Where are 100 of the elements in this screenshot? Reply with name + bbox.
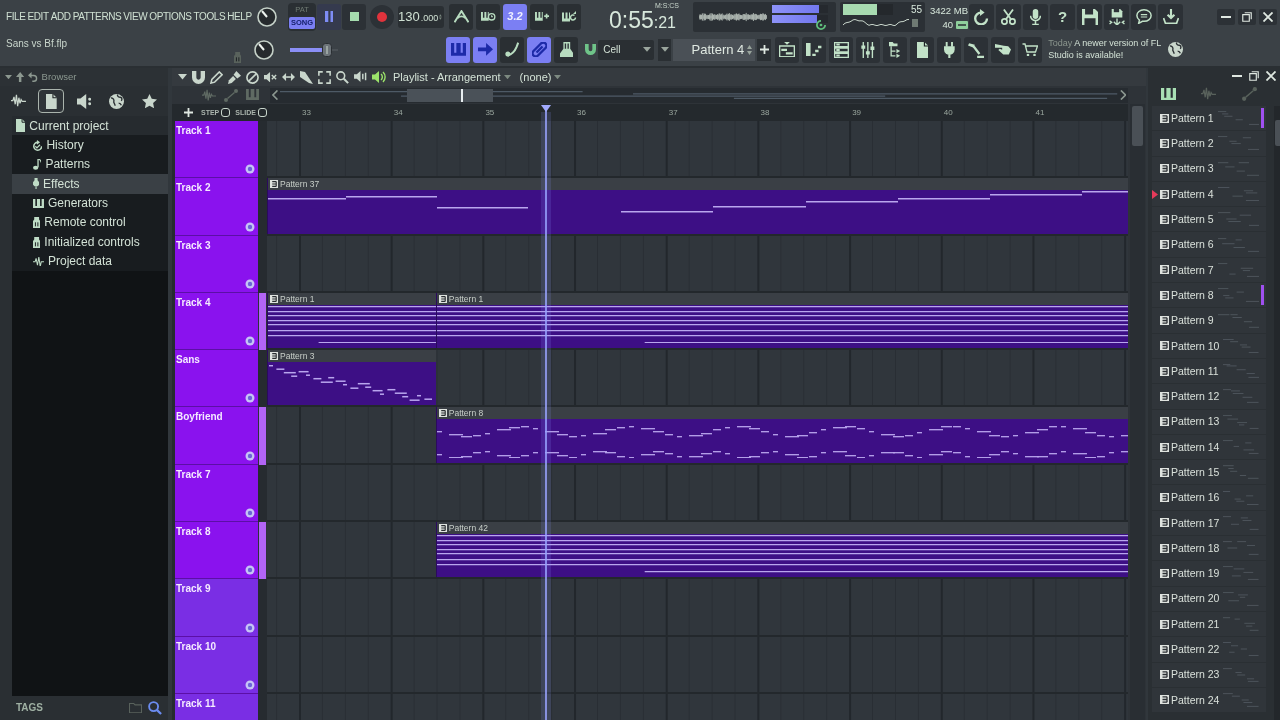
pattern-item[interactable]: Pattern 22 [1152, 637, 1266, 662]
track-header[interactable]: Track 10 [175, 636, 258, 694]
paint-tool-button[interactable] [228, 70, 241, 84]
pattern-item[interactable]: Pattern 16 [1152, 485, 1266, 510]
pattern-item[interactable]: Pattern 3 [1152, 156, 1266, 181]
project-info-button[interactable] [910, 36, 935, 63]
pattern-menu-button[interactable] [658, 38, 672, 61]
menu-item[interactable]: FILE [6, 6, 26, 27]
piano-roll-button[interactable] [802, 36, 827, 63]
pattern-clip[interactable]: Pattern 8 [435, 407, 1128, 463]
clip-source-dropdown[interactable]: (none) [519, 71, 562, 83]
overview-scrollbar[interactable] [270, 87, 1128, 103]
menu-item[interactable]: EDIT [27, 6, 49, 27]
plugin-button[interactable] [937, 36, 962, 63]
snap-button[interactable] [192, 70, 205, 84]
toggle-button[interactable] [500, 36, 525, 63]
playlist-menu-button[interactable] [178, 74, 187, 80]
pattern-item[interactable]: Pattern 11 [1152, 358, 1266, 384]
channel-rack-button[interactable] [829, 36, 854, 63]
tree-item[interactable]: Effects [12, 174, 168, 194]
pattern-item[interactable]: Pattern 24 [1152, 687, 1266, 713]
pattern-item[interactable]: Pattern 19 [1152, 561, 1266, 586]
slider-thumb[interactable] [321, 42, 332, 57]
cut-button[interactable] [996, 3, 1021, 30]
track-header[interactable]: Track 8 [175, 522, 258, 580]
toggle-button[interactable] [527, 36, 552, 63]
playlist-title-menu[interactable]: Playlist - Arrangement [393, 71, 511, 83]
close-button[interactable] [1259, 8, 1277, 25]
tree-item[interactable]: Generators [12, 193, 168, 213]
toggle-button[interactable] [449, 3, 473, 30]
pattern-clip[interactable]: Pattern 37 [267, 178, 1128, 234]
toggle-button[interactable] [446, 36, 471, 63]
menu-item[interactable]: VIEW [123, 6, 148, 27]
playhead[interactable] [539, 104, 552, 720]
help-button[interactable]: ? [1050, 3, 1075, 30]
volume-knob[interactable] [256, 5, 278, 28]
delete-tool-button[interactable] [246, 70, 259, 84]
browser-button[interactable] [883, 36, 908, 63]
toggle-button[interactable] [473, 36, 498, 63]
tree-item[interactable]: Initialized controls [12, 232, 168, 252]
pattern-selector[interactable]: Pattern 4 [673, 38, 756, 61]
touch-button[interactable] [991, 36, 1016, 63]
scrollbar-thumb[interactable] [1132, 106, 1143, 146]
menu-item[interactable]: OPTIONS [149, 6, 192, 27]
menu-item[interactable]: PATTERNS [72, 6, 122, 27]
toggle-button[interactable] [476, 3, 500, 30]
microphone-button[interactable] [1023, 3, 1048, 30]
toggle-button[interactable] [554, 36, 579, 63]
draw-tool-button[interactable] [210, 70, 223, 84]
track-header[interactable]: Boyfriend [175, 407, 258, 465]
pattern-clips-button[interactable] [246, 89, 259, 101]
tree-item[interactable]: Project data [12, 251, 168, 272]
restore-button[interactable] [1246, 69, 1261, 83]
pattern-item[interactable]: Pattern 5 [1152, 207, 1266, 232]
close-button[interactable] [1263, 69, 1278, 83]
pause-button[interactable] [317, 3, 341, 30]
chat-button[interactable] [1131, 3, 1156, 30]
pattern-clip[interactable]: Pattern 1 [435, 292, 1128, 349]
menu-item[interactable]: HELP [227, 6, 252, 27]
tree-item[interactable]: Patterns [12, 154, 168, 175]
playlist-button[interactable] [775, 36, 800, 63]
pattern-clip[interactable]: Pattern 42 [435, 522, 1128, 578]
pattern-item[interactable]: Pattern 2 [1152, 131, 1266, 156]
menu-item[interactable]: TOOLS [193, 6, 226, 27]
track-header[interactable]: Track 4 [175, 292, 258, 351]
pattern-item[interactable]: Pattern 12 [1152, 384, 1266, 409]
download-button[interactable] [1158, 3, 1183, 30]
slip-tool-button[interactable] [282, 72, 295, 82]
pattern-item[interactable]: Pattern 21 [1152, 611, 1266, 637]
tree-item[interactable]: History [12, 135, 168, 155]
snap-dropdown[interactable]: Cell [598, 39, 655, 60]
track-header[interactable]: Track 2 [175, 178, 258, 236]
pattern-item[interactable]: Pattern 20 [1152, 586, 1266, 611]
pattern-clip[interactable]: Pattern 1 [267, 292, 436, 349]
pattern-item[interactable]: Pattern 23 [1152, 662, 1266, 687]
browser-tab[interactable] [38, 89, 65, 113]
pattern-item[interactable]: Pattern 13 [1152, 409, 1266, 434]
tree-item[interactable]: Remote control [12, 212, 168, 233]
pattern-item[interactable]: Pattern 6 [1152, 232, 1266, 257]
overview-window[interactable] [407, 88, 494, 102]
pattern-item[interactable]: Pattern 4 [1152, 181, 1266, 207]
pattern-item[interactable]: Pattern 18 [1152, 536, 1266, 561]
select-tool-button[interactable] [318, 70, 331, 84]
tree-item[interactable]: Current project [12, 116, 168, 136]
mixer-button[interactable] [856, 36, 881, 63]
restore-button[interactable] [1238, 8, 1256, 25]
pattern-item[interactable]: Pattern 14 [1152, 434, 1266, 460]
automation-clips-button[interactable] [224, 88, 238, 102]
pattern-item[interactable]: Pattern 8 [1152, 283, 1266, 308]
pattern-item[interactable]: Pattern 17 [1152, 510, 1266, 536]
save-button[interactable] [1077, 3, 1102, 30]
track-header[interactable]: Track 7 [175, 464, 258, 523]
pattern-clip[interactable]: Pattern 3 [267, 350, 436, 406]
add-track-button[interactable] [183, 107, 193, 118]
toggle-button[interactable] [557, 3, 581, 30]
playback-tool-button[interactable] [354, 71, 367, 83]
export-button[interactable] [1104, 3, 1129, 30]
pattern-item[interactable]: Pattern 9 [1152, 308, 1266, 333]
step-checkbox[interactable] [221, 108, 231, 117]
slide-checkbox[interactable] [257, 108, 267, 117]
